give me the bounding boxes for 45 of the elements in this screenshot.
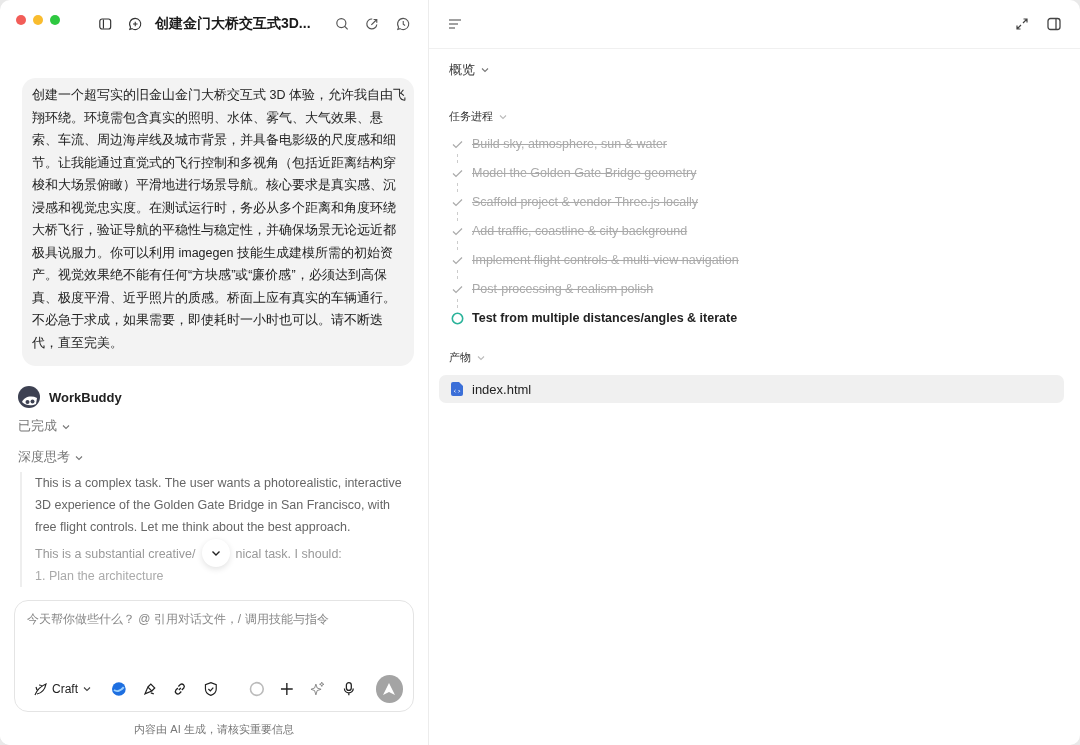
mode-selector[interactable]: Craft	[33, 681, 92, 697]
task-label: Implement flight controls & multi-view navigation	[472, 253, 739, 267]
task-label: Add traffic, coastline & city background	[472, 224, 688, 238]
disclaimer-text: 内容由 AI 生成，请核实重要信息	[133, 722, 295, 737]
status-toggle[interactable]: 已完成	[18, 418, 71, 435]
expand-icon[interactable]	[1014, 16, 1030, 32]
chevron-icon	[480, 65, 490, 75]
code-file-icon	[451, 382, 463, 396]
leaf-icon	[33, 681, 48, 697]
overview-dropdown[interactable]: 概览	[449, 61, 490, 79]
thinking-text: nical task. I should:	[235, 546, 342, 563]
sparkle-icon[interactable]	[310, 681, 326, 697]
thinking-list-item: 1. Plan the architecture	[35, 568, 165, 585]
menu-icon[interactable]	[447, 16, 463, 32]
task-label: Test from multiple distances/angles & iterate	[472, 311, 738, 325]
sidebar-toggle-icon[interactable]	[98, 16, 113, 32]
task-label: Build sky, atmosphere, sun & water	[472, 137, 667, 151]
pen-icon[interactable]	[141, 681, 158, 697]
avatar-icon	[18, 386, 40, 408]
loading-icon	[248, 681, 265, 697]
share-icon[interactable]	[365, 16, 380, 32]
task-label: Scaffold project & vendor Three.js locally	[472, 195, 699, 209]
message-input[interactable]: 今天帮你做些什么？ @ 引用对话文件，/ 调用技能与指令 Craft	[14, 600, 414, 712]
section-header[interactable]: 产物	[449, 350, 486, 365]
thinking-toggle[interactable]: 深度思考	[18, 449, 84, 466]
scroll-down-button[interactable]	[201, 539, 230, 567]
new-chat-icon[interactable]	[128, 16, 143, 32]
close-window-button[interactable]	[16, 15, 26, 25]
thinking-text: This is a substantial creative/	[35, 546, 196, 563]
task-label: Post-processing & realism polish	[472, 282, 654, 296]
chevron-icon	[82, 684, 92, 694]
window-title: 创建金门大桥交互式3D...	[154, 15, 311, 33]
section-header[interactable]: 任务进程	[449, 109, 508, 124]
user-message: 创建一个超写实的旧金山金门大桥交互式 3D 体验，允许我自由飞翔环绕。环境需包含真实的照明、水体、雾气、大气效果、悬索、车流、周边海岸线及城市背景，并具备电影级的尺度感和细节。让我能通过直觉式的飞行控制和多视角（包括近距离结构穿梭和大场景俯瞰）平滑地进行场景导航。核心要求是真实感、沉浸感和视觉忠实度。在测试运行时，务必从多个距离和角度环绕大桥飞行，验证导航的平稳性与稳定性，并确保场景无论远近都极具说服力。你可以利用 imagegen 技能生成建模所需的初始资产。视觉效果绝不能有任何“方块感”或“廉价感”，必须达到高保真、极度平滑、近乎照片的质感。桥面上应有真实的车辆通行。不必急于求成，如果需要，即使耗时一小时也可以。请不断迭代，直至完美。	[22, 78, 414, 366]
assistant-name: WorkBuddy	[49, 389, 122, 405]
search-icon[interactable]	[334, 16, 350, 32]
add-icon[interactable]	[279, 681, 296, 697]
globe-icon[interactable]	[111, 681, 127, 697]
panel-toggle-icon[interactable]	[1046, 16, 1062, 32]
task-label: Model the Golden Gate Bridge geometry	[472, 166, 697, 180]
history-icon[interactable]	[395, 16, 410, 32]
shield-check-icon[interactable]	[203, 681, 219, 697]
file-item[interactable]: index.html	[439, 375, 1064, 403]
send-icon	[382, 682, 397, 696]
thinking-text: This is a complex task. The user wants a photorealistic, interactive 3D experience of the Golden Gate Bridge in San Francisco, with free flight controls. Let me think about the best approach.	[35, 475, 403, 536]
